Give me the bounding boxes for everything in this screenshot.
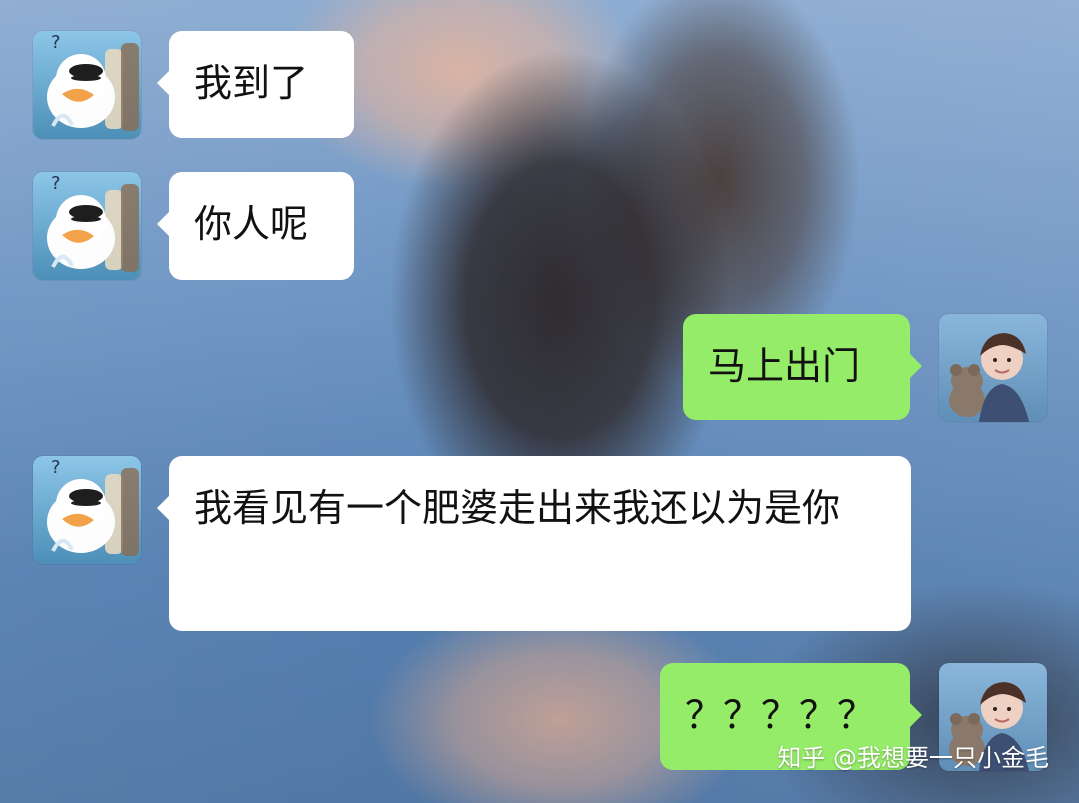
message-bubble-left[interactable]: 你人呢 (157, 172, 354, 280)
background-overlay (0, 0, 1079, 803)
message-text: ？？？？？ (685, 693, 876, 737)
message-text: 我到了 (194, 61, 309, 105)
message-bubble-left[interactable]: 我看见有一个肥婆走出来我还以为是你 (157, 456, 911, 631)
message-bubble-left[interactable]: 我到了 (157, 31, 354, 138)
message-text: 我看见有一个肥婆走出来我还以为是你 (194, 486, 841, 530)
right-avatar-icon[interactable] (939, 314, 1047, 422)
svg-text:?: ? (51, 32, 61, 53)
message-bubble-right[interactable]: 马上出门 (683, 314, 922, 420)
message-text: 你人呢 (194, 202, 309, 246)
left-avatar-icon[interactable]: ? (33, 456, 141, 564)
left-avatar-icon[interactable]: ? (33, 172, 141, 280)
svg-text:?: ? (51, 173, 61, 194)
message-text: 马上出门 (708, 344, 861, 388)
svg-text:?: ? (51, 457, 61, 478)
watermark-text: 知乎 @我想要一只小金毛 (777, 744, 1049, 772)
left-avatar-icon[interactable]: ? (33, 31, 141, 139)
